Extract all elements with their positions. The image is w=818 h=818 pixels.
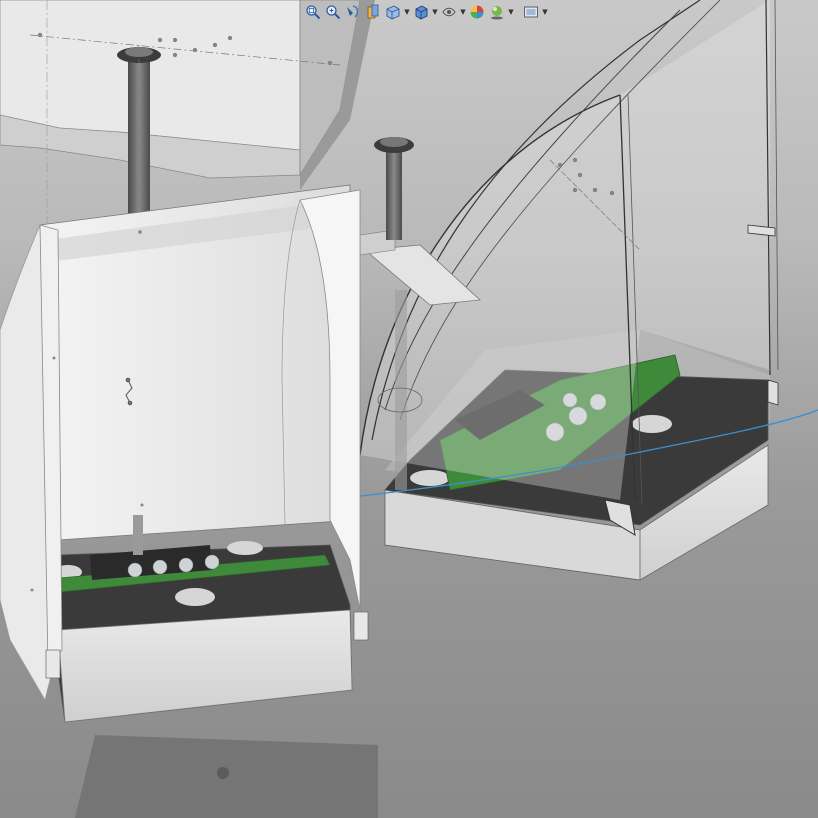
apply-scene-icon[interactable]: [488, 3, 506, 21]
right-housing-assembly[interactable]: [359, 0, 779, 581]
edit-appearance-icon[interactable]: [468, 3, 486, 21]
view-settings-dropdown[interactable]: ▼: [542, 3, 548, 21]
heads-up-view-toolbar: ▼ ▼ ▼ ▼ ▼: [300, 1, 552, 23]
display-style-icon[interactable]: [412, 3, 430, 21]
section-view-icon[interactable]: [364, 3, 382, 21]
view-orientation-icon[interactable]: [384, 3, 402, 21]
view-orientation-dropdown[interactable]: ▼: [404, 3, 410, 21]
hide-show-items-icon[interactable]: [440, 3, 458, 21]
previous-view-icon[interactable]: [344, 3, 362, 21]
display-style-dropdown[interactable]: ▼: [432, 3, 438, 21]
shadow-hole: [217, 767, 229, 779]
graphics-viewport[interactable]: ▼ ▼ ▼ ▼ ▼: [0, 0, 818, 818]
zoom-to-area-icon[interactable]: [324, 3, 342, 21]
view-settings-icon[interactable]: [522, 3, 540, 21]
hide-show-items-dropdown[interactable]: ▼: [460, 3, 466, 21]
cad-model-scene[interactable]: [0, 0, 818, 818]
zoom-to-fit-icon[interactable]: [304, 3, 322, 21]
apply-scene-dropdown[interactable]: ▼: [508, 3, 514, 21]
